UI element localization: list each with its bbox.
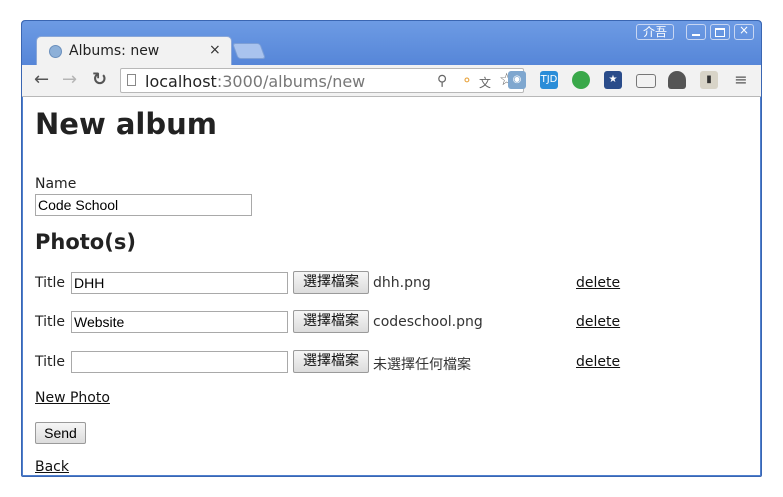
album-name-input[interactable] bbox=[35, 194, 252, 216]
new-photo-link[interactable]: New Photo bbox=[35, 390, 110, 406]
photo-title-label: Title bbox=[35, 354, 66, 370]
forward-arrow-icon[interactable]: → bbox=[62, 69, 77, 91]
adblock-extension-icon[interactable]: ▮ bbox=[700, 71, 718, 89]
window-close-button[interactable]: × bbox=[734, 23, 754, 40]
delete-photo-link[interactable]: delete bbox=[576, 354, 620, 370]
photo-title-label: Title bbox=[35, 314, 66, 330]
url-host: localhost bbox=[145, 72, 217, 91]
back-link[interactable]: Back bbox=[35, 459, 69, 475]
send-button[interactable]: Send bbox=[35, 422, 86, 444]
url-path: :3000/albums/new bbox=[216, 72, 366, 91]
minimize-button[interactable] bbox=[686, 24, 706, 40]
title-bar: 介吾 × Albums: new × bbox=[22, 21, 761, 65]
tab-close-icon[interactable]: × bbox=[209, 42, 221, 58]
choose-file-button[interactable]: 選擇檔案 bbox=[293, 310, 369, 333]
choose-file-button[interactable]: 選擇檔案 bbox=[293, 271, 369, 294]
star-extension-icon[interactable]: ★ bbox=[604, 71, 622, 89]
photos-heading: Photo(s) bbox=[35, 230, 136, 254]
cast-icon[interactable] bbox=[636, 74, 656, 88]
browser-toolbar: ← → ↻ localhost:3000/albums/new ⚲ ⚬ 文 ☆ … bbox=[22, 65, 761, 97]
close-icon: × bbox=[738, 23, 750, 37]
camera-extension-icon[interactable]: ◉ bbox=[508, 71, 526, 89]
tjd-extension-icon[interactable]: TJD bbox=[540, 71, 558, 89]
delete-photo-link[interactable]: delete bbox=[576, 275, 620, 291]
file-name: dhh.png bbox=[373, 275, 431, 291]
tab-title: Albums: new bbox=[69, 43, 160, 59]
page-content: New album Name Photo(s) Title 選擇檔案 dhh.p… bbox=[23, 97, 760, 475]
file-name: 未選擇任何檔案 bbox=[373, 357, 471, 373]
favicon-icon bbox=[49, 45, 62, 58]
leaf-extension-icon[interactable] bbox=[572, 71, 590, 89]
url-text: localhost:3000/albums/new bbox=[145, 72, 365, 91]
zoom-icon[interactable]: ⚲ bbox=[437, 73, 447, 89]
address-bar[interactable]: localhost:3000/albums/new ⚲ ⚬ 文 ☆ bbox=[120, 68, 524, 93]
photo-title-input[interactable] bbox=[71, 272, 288, 294]
reload-icon[interactable]: ↻ bbox=[92, 69, 107, 91]
back-arrow-icon[interactable]: ← bbox=[34, 69, 49, 91]
octocat-extension-icon[interactable] bbox=[668, 71, 686, 89]
delete-photo-link[interactable]: delete bbox=[576, 314, 620, 330]
file-name: codeschool.png bbox=[373, 314, 483, 330]
page-icon bbox=[127, 74, 136, 86]
name-label: Name bbox=[35, 176, 77, 192]
menu-icon[interactable]: ≡ bbox=[732, 71, 750, 89]
location-pin-icon[interactable]: ⚬ bbox=[461, 73, 473, 89]
page-title: New album bbox=[35, 107, 217, 141]
photo-title-input[interactable] bbox=[71, 311, 288, 333]
photo-title-input[interactable] bbox=[71, 351, 288, 373]
photo-title-label: Title bbox=[35, 275, 66, 291]
choose-file-button[interactable]: 選擇檔案 bbox=[293, 350, 369, 373]
new-tab-button[interactable] bbox=[232, 43, 266, 59]
maximize-button[interactable] bbox=[710, 24, 730, 40]
tab-albums-new[interactable]: Albums: new × bbox=[36, 36, 232, 65]
browser-window: 介吾 × Albums: new × ← → ↻ localhost:3000/… bbox=[21, 20, 762, 477]
translate-icon[interactable]: 文 bbox=[479, 74, 491, 91]
profile-badge[interactable]: 介吾 bbox=[636, 24, 674, 40]
